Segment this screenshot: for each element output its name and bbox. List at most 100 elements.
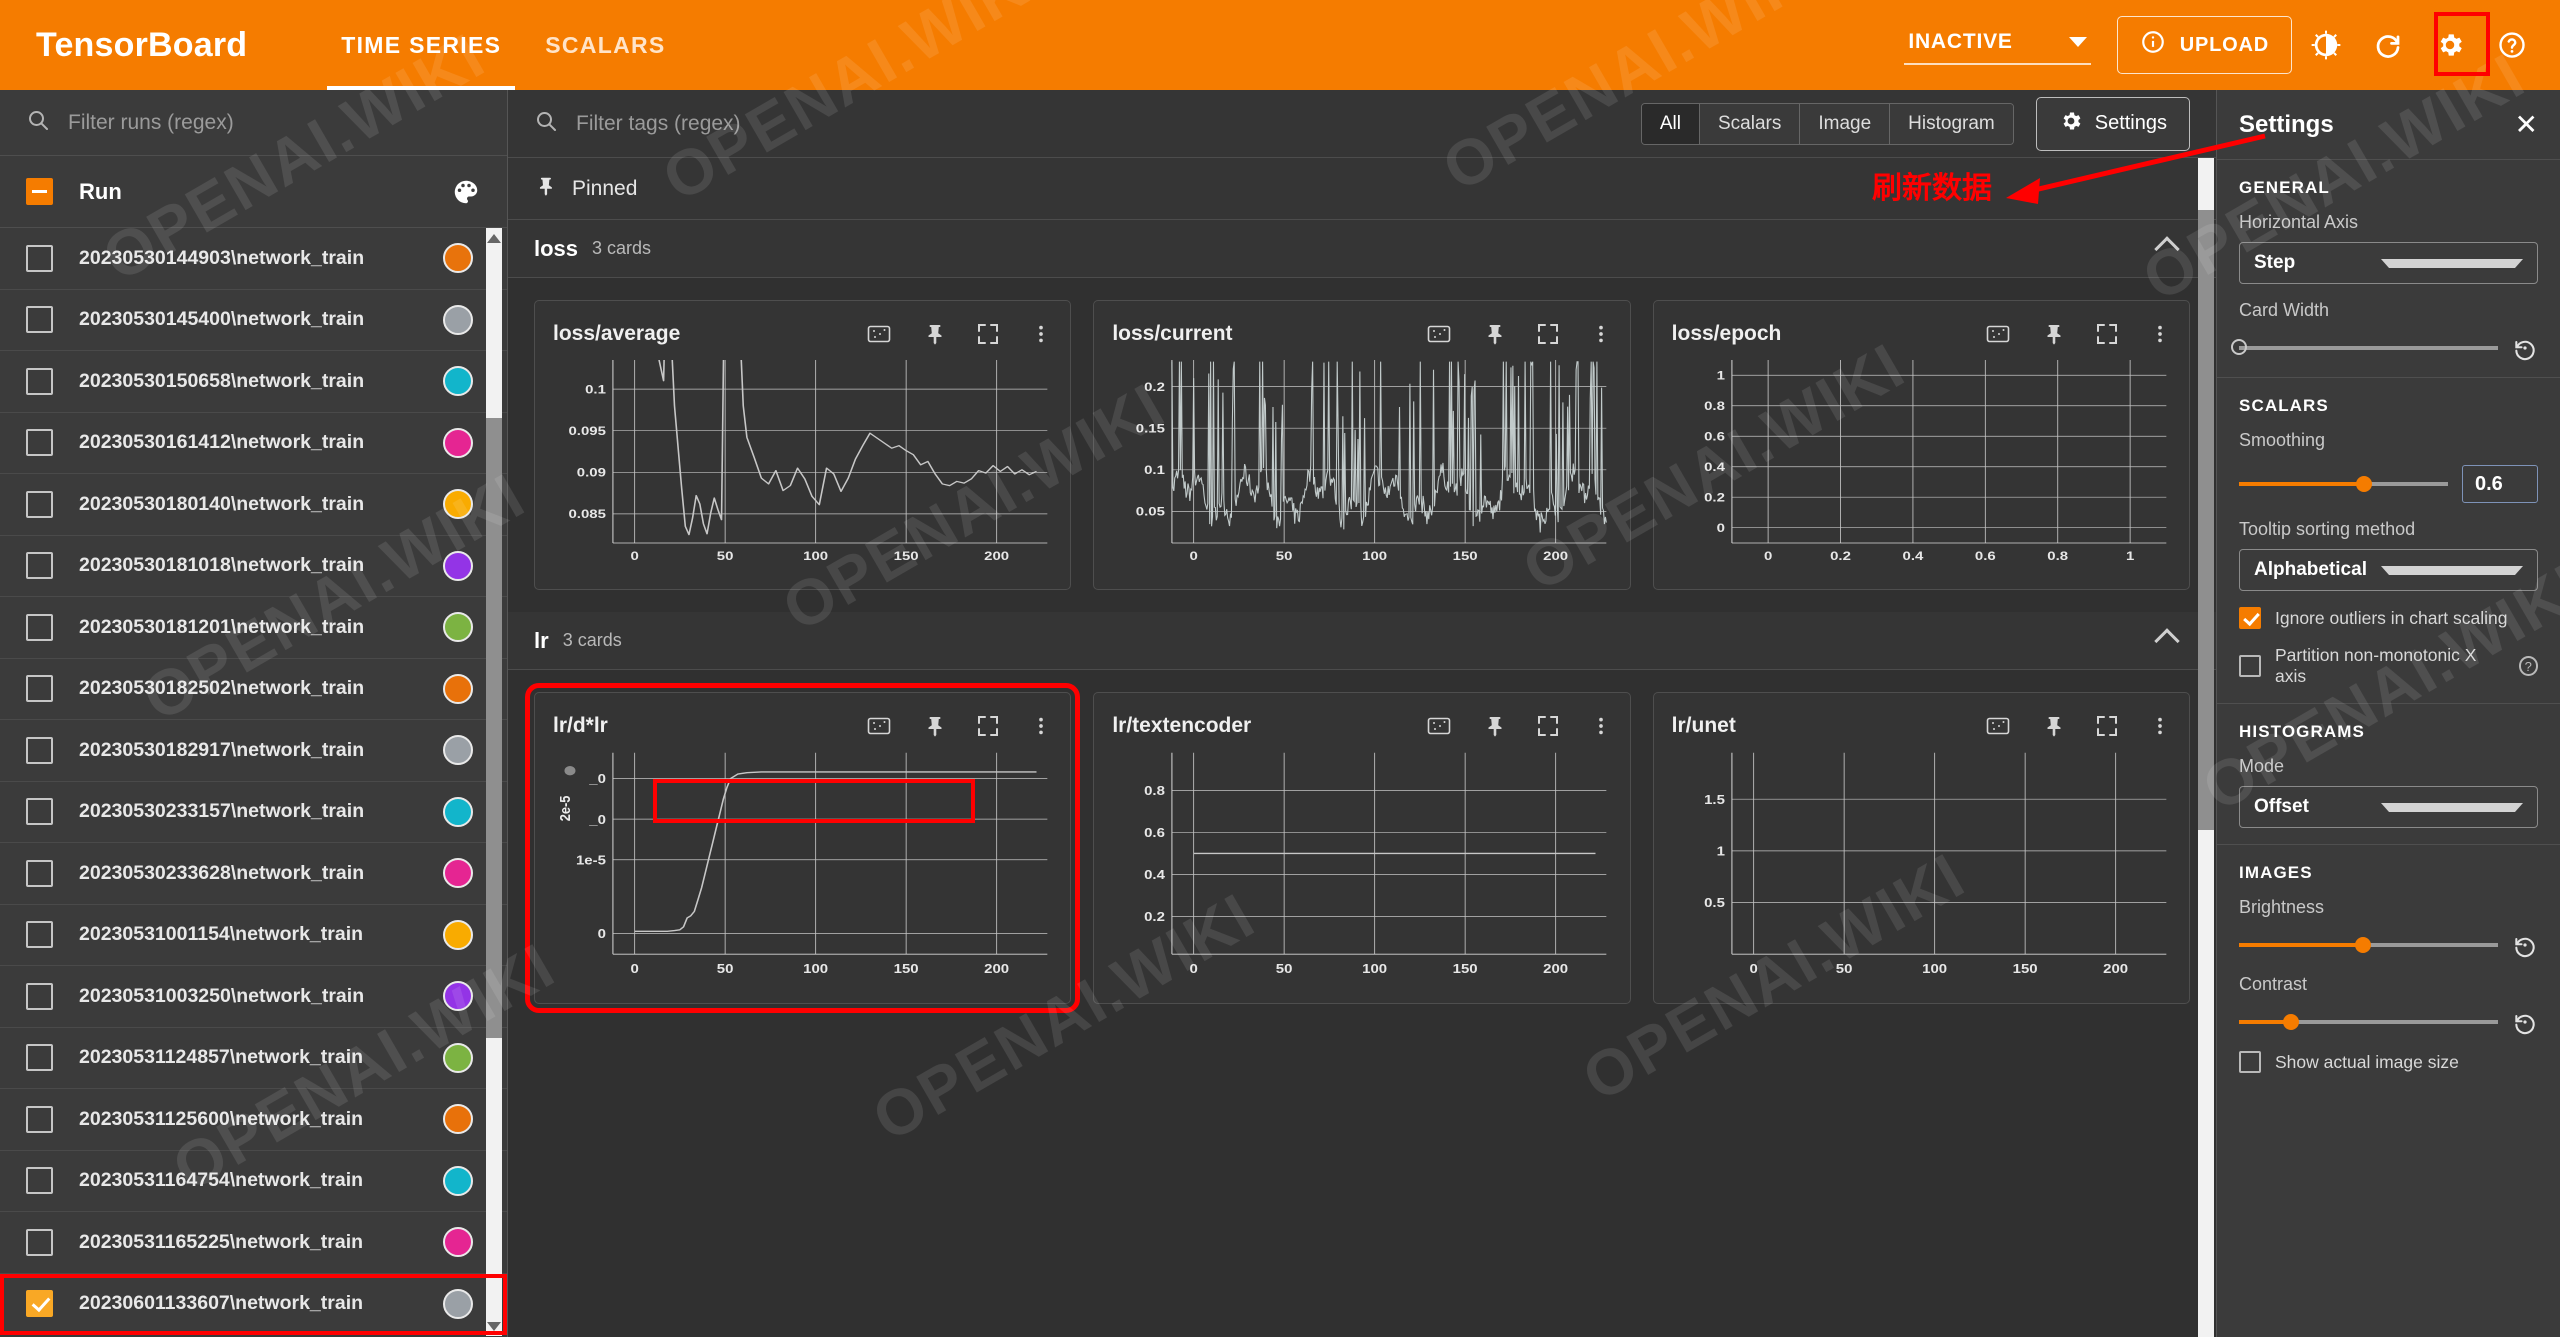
run-checkbox[interactable] bbox=[26, 244, 53, 272]
chart-plot-area[interactable]: 0.5 1 1.5 0 50 100 150 200 bbox=[1672, 745, 2171, 985]
run-list-item[interactable]: 20230531164754\network_train bbox=[0, 1151, 507, 1212]
histogram-mode-select[interactable]: Offset bbox=[2239, 786, 2538, 828]
chevron-up-icon[interactable] bbox=[2154, 235, 2180, 262]
run-list-item[interactable]: 20230530150658\network_train bbox=[0, 351, 507, 413]
run-list-item[interactable]: 20230530161412\network_train bbox=[0, 413, 507, 474]
upload-button[interactable]: UPLOAD bbox=[2116, 16, 2292, 74]
pin-icon[interactable] bbox=[2041, 322, 2065, 346]
partition-x-axis-row[interactable]: Partition non-monotonic X axis ? bbox=[2239, 645, 2538, 687]
more-vert-icon[interactable] bbox=[1030, 323, 1052, 345]
contrast-slider[interactable] bbox=[2239, 1012, 2498, 1032]
more-vert-icon[interactable] bbox=[1590, 323, 1612, 345]
data-table-icon[interactable] bbox=[866, 713, 892, 739]
chart-card[interactable]: lr/unet 0.5 1 1.5 0 50 100 150 200 bbox=[1652, 692, 2190, 1004]
data-table-icon[interactable] bbox=[1985, 321, 2011, 347]
color-palette-icon[interactable] bbox=[451, 177, 481, 207]
run-list-item[interactable]: 20230530182917\network_train bbox=[0, 720, 507, 782]
chart-card[interactable]: lr/d*lr 0 1e-5 _0 _0 0 50 100 150 200 2e-5 bbox=[524, 683, 1081, 1013]
data-table-icon[interactable] bbox=[866, 321, 892, 347]
status-select[interactable]: INACTIVE bbox=[1904, 26, 2091, 65]
section-header-lr[interactable]: lr 3 cards bbox=[508, 612, 2216, 670]
smoothing-slider[interactable] bbox=[2239, 474, 2448, 494]
run-checkbox[interactable] bbox=[26, 921, 53, 949]
run-checkbox[interactable] bbox=[26, 675, 53, 703]
run-list-item[interactable]: 20230601133607\network_train bbox=[0, 1273, 507, 1335]
chart-card[interactable]: loss/epoch 0 0.2 0.4 0.6 0.8 1 0 0.2 0.4 0.6 0.8 1 bbox=[1652, 300, 2190, 590]
chip-image[interactable]: Image bbox=[1800, 103, 1891, 144]
chip-all[interactable]: All bbox=[1641, 103, 1700, 144]
smoothing-value-input[interactable]: 0.6 bbox=[2462, 465, 2538, 503]
main-scrollbar-thumb[interactable] bbox=[2198, 210, 2214, 830]
help-icon[interactable]: ? bbox=[2518, 656, 2538, 676]
chart-card[interactable]: lr/textencoder 0.2 0.4 0.6 0.8 0 50 100 150 200 bbox=[1093, 692, 1631, 1004]
run-checkbox[interactable] bbox=[26, 798, 53, 826]
section-header-loss[interactable]: loss 3 cards bbox=[508, 220, 2216, 278]
select-all-runs-checkbox[interactable] bbox=[26, 178, 53, 205]
run-checkbox[interactable] bbox=[26, 613, 53, 641]
tab-time-series[interactable]: TIME SERIES bbox=[319, 0, 523, 90]
run-list-item[interactable]: 20230531125600\network_train bbox=[0, 1089, 507, 1151]
run-checkbox[interactable] bbox=[26, 982, 53, 1010]
fullscreen-icon[interactable] bbox=[1536, 322, 1560, 346]
run-checkbox[interactable] bbox=[26, 367, 53, 395]
data-table-icon[interactable] bbox=[1985, 713, 2011, 739]
chart-card[interactable]: loss/current 0.05 0.1 0.15 0.2 0 50 100 150 200 bbox=[1093, 300, 1631, 590]
more-vert-icon[interactable] bbox=[2149, 323, 2171, 345]
pin-icon[interactable] bbox=[1482, 322, 1506, 346]
run-checkbox[interactable] bbox=[26, 429, 53, 457]
run-list-item[interactable]: 20230531165225\network_train bbox=[0, 1212, 507, 1274]
run-list-item[interactable]: 20230530181201\network_train bbox=[0, 597, 507, 659]
run-list-item[interactable]: 20230530145400\network_train bbox=[0, 290, 507, 351]
more-vert-icon[interactable] bbox=[1030, 715, 1052, 737]
pin-icon[interactable] bbox=[922, 322, 946, 346]
tab-scalars[interactable]: SCALARS bbox=[523, 0, 687, 90]
run-checkbox[interactable] bbox=[26, 736, 53, 764]
contrast-reset-button[interactable] bbox=[2512, 1009, 2538, 1035]
fullscreen-icon[interactable] bbox=[2095, 322, 2119, 346]
chart-plot-area[interactable]: 0.2 0.4 0.6 0.8 0 50 100 150 200 bbox=[1112, 745, 1611, 985]
tag-filter-input[interactable] bbox=[576, 111, 1641, 136]
fullscreen-icon[interactable] bbox=[976, 714, 1000, 738]
run-list-item[interactable]: 20230530233157\network_train bbox=[0, 782, 507, 843]
help-icon[interactable] bbox=[2484, 17, 2540, 73]
brightness-slider[interactable] bbox=[2239, 935, 2498, 955]
card-width-reset-button[interactable] bbox=[2512, 335, 2538, 361]
run-checkbox[interactable] bbox=[26, 1228, 53, 1256]
chart-plot-area[interactable]: 0 0.2 0.4 0.6 0.8 1 0 0.2 0.4 0.6 0.8 1 bbox=[1672, 353, 2171, 571]
run-checkbox[interactable] bbox=[26, 490, 53, 518]
pin-icon[interactable] bbox=[1482, 714, 1506, 738]
run-checkbox[interactable] bbox=[26, 1105, 53, 1133]
ignore-outliers-row[interactable]: Ignore outliers in chart scaling bbox=[2239, 607, 2538, 629]
chart-plot-area[interactable]: 0 1e-5 _0 _0 0 50 100 150 200 2e-5 bbox=[553, 745, 1052, 985]
brightness-toggle-button[interactable] bbox=[2298, 17, 2354, 73]
ignore-outliers-checkbox[interactable] bbox=[2239, 607, 2261, 629]
data-table-icon[interactable] bbox=[1426, 713, 1452, 739]
chip-histogram[interactable]: Histogram bbox=[1890, 103, 2013, 144]
run-list-item[interactable]: 20230530180140\network_train bbox=[0, 474, 507, 536]
show-actual-size-row[interactable]: Show actual image size bbox=[2239, 1051, 2538, 1073]
pin-icon[interactable] bbox=[2041, 714, 2065, 738]
run-list-item[interactable]: 20230530181018\network_train bbox=[0, 536, 507, 597]
run-checkbox[interactable] bbox=[26, 306, 53, 334]
horizontal-axis-select[interactable]: Step bbox=[2239, 242, 2538, 284]
run-list-item[interactable]: 20230530144903\network_train bbox=[0, 228, 507, 290]
chevron-up-icon[interactable] bbox=[2154, 627, 2180, 654]
more-vert-icon[interactable] bbox=[1590, 715, 1612, 737]
runs-scroll-up-button[interactable] bbox=[486, 228, 502, 248]
fullscreen-icon[interactable] bbox=[2095, 714, 2119, 738]
run-list-item[interactable]: 20230530233628\network_train bbox=[0, 843, 507, 905]
run-list-item[interactable]: 20230531003250\network_train bbox=[0, 966, 507, 1028]
chart-card[interactable]: loss/average 0.085 0.09 0.095 0.1 0 50 100 150 20… bbox=[534, 300, 1072, 590]
refresh-button[interactable] bbox=[2360, 17, 2416, 73]
chart-plot-area[interactable]: 0.05 0.1 0.15 0.2 0 50 100 150 200 bbox=[1112, 353, 1611, 571]
settings-toggle-button[interactable]: Settings bbox=[2035, 96, 2190, 151]
show-actual-size-checkbox[interactable] bbox=[2239, 1051, 2261, 1073]
tooltip-sort-select[interactable]: Alphabetical bbox=[2239, 549, 2538, 591]
fullscreen-icon[interactable] bbox=[1536, 714, 1560, 738]
gear-icon[interactable] bbox=[2422, 17, 2478, 73]
brightness-reset-button[interactable] bbox=[2512, 932, 2538, 958]
chart-plot-area[interactable]: 0.085 0.09 0.095 0.1 0 50 100 150 200 bbox=[553, 353, 1052, 571]
close-icon[interactable]: ✕ bbox=[2515, 110, 2538, 139]
chip-scalars[interactable]: Scalars bbox=[1699, 103, 1801, 144]
run-checkbox[interactable] bbox=[26, 1290, 53, 1318]
